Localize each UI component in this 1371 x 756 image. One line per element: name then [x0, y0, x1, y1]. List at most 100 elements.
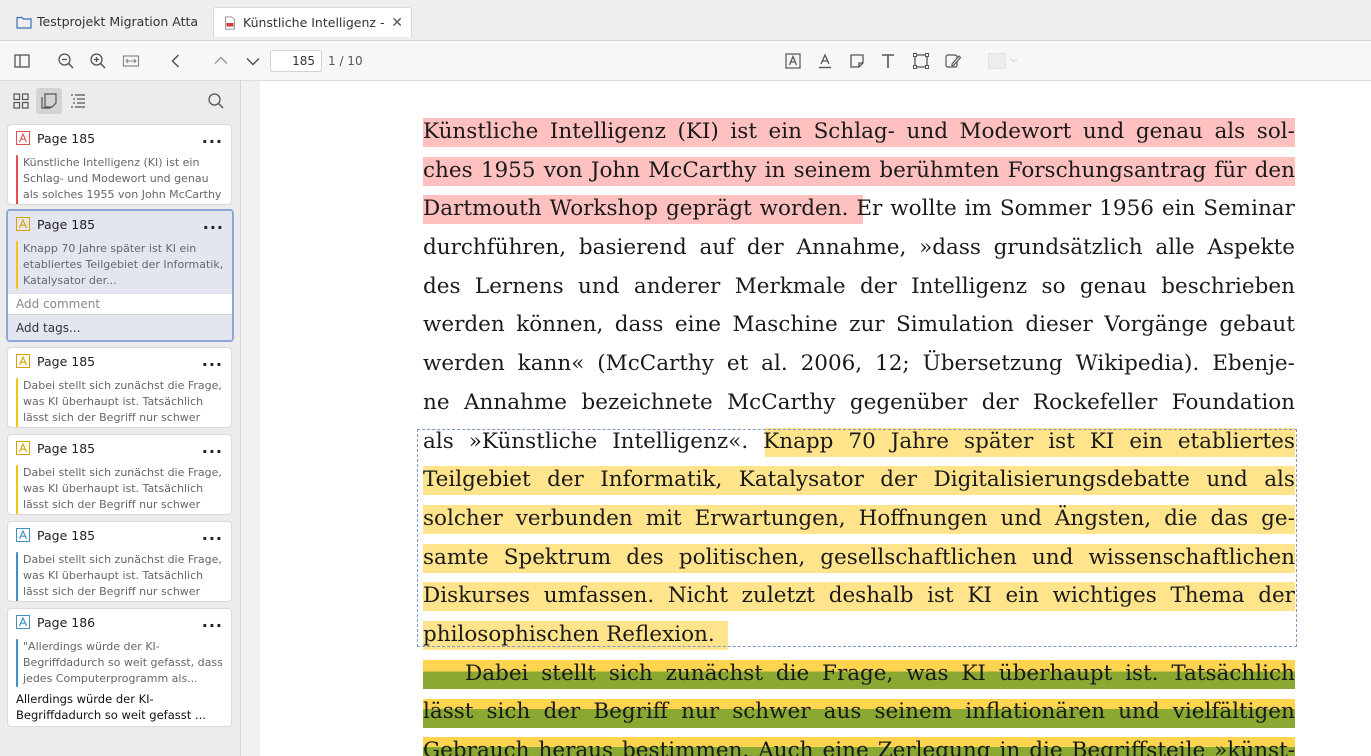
annotation-page: Page 185	[37, 527, 96, 543]
word: Jahre	[890, 428, 950, 454]
chevron-down-icon	[246, 57, 260, 66]
word: lässt	[423, 699, 474, 725]
highlight-icon	[16, 131, 30, 145]
word: al.	[761, 351, 788, 377]
word: Maschine	[732, 312, 838, 338]
annotation-card[interactable]: Page 186 ... "Allerdings würde der KI-Be…	[7, 608, 232, 727]
annotation-header: Page 186 ...	[8, 609, 231, 635]
text-line-content: durchführen, basierend auf der Annahme, »dass…	[423, 229, 1295, 268]
annotation-card[interactable]: Page 185 ... Künstliche Intelligenz (KI)…	[7, 124, 232, 205]
next-page-button[interactable]	[241, 49, 265, 73]
more-options-icon[interactable]: ...	[202, 440, 223, 456]
word: etabliertes	[1177, 428, 1295, 454]
page-number-input[interactable]	[270, 50, 322, 72]
word: und	[1082, 119, 1125, 144]
word: Annahme	[464, 389, 568, 415]
chevron-up-icon	[214, 56, 228, 65]
annotation-header: Page 185 ...	[8, 522, 231, 548]
word: Workshop	[549, 196, 659, 222]
word: als	[423, 428, 454, 454]
word: Ängsten,	[1054, 505, 1152, 531]
comment-input[interactable]: Add comment	[8, 293, 232, 315]
word: Hoffnungen	[858, 505, 988, 531]
more-options-icon[interactable]: ...	[202, 614, 223, 630]
word: die	[1029, 738, 1063, 756]
word: in	[764, 157, 786, 183]
zoom-in-button[interactable]	[86, 49, 110, 73]
more-options-icon[interactable]: ...	[203, 216, 224, 232]
word: Vorgänge	[1104, 312, 1208, 338]
text-line-content: solcher verbunden mit Erwartungen, Hoffnunge…	[423, 500, 1295, 539]
word: deshalb	[828, 583, 914, 609]
annotation-card[interactable]: Page 185 ... Dabei stellt sich zunächst …	[7, 434, 232, 515]
word: Auch	[758, 738, 814, 756]
word: genau	[1079, 273, 1147, 299]
word: so	[1041, 273, 1066, 299]
word: des	[423, 273, 461, 299]
text-line-content: als »Künstliche Intelligenz«. Knapp 70 Jahre s…	[423, 423, 1295, 462]
word: ches	[423, 157, 473, 183]
word: der	[1258, 583, 1295, 609]
annotation-header: Page 185 ...	[8, 211, 232, 237]
ink-tool-button[interactable]	[941, 49, 965, 73]
annotation-card[interactable]: Page 185 ... Dabei stellt sich zunächst …	[7, 521, 232, 602]
annotation-excerpt: "Allerdings würde der KI-Begriffdadurch …	[23, 640, 223, 685]
search-annotations-button[interactable]	[203, 88, 229, 114]
text-line: Diskurses umfassen. Nicht zuletzt deshalb ist…	[423, 577, 1295, 616]
word: Erwartungen,	[694, 505, 846, 531]
word: Knapp	[763, 428, 834, 454]
word: gesellschaftlichen	[820, 544, 1017, 570]
close-icon[interactable]: ✕	[391, 15, 403, 31]
word: John	[590, 157, 641, 183]
more-options-icon[interactable]: ...	[202, 353, 223, 369]
word: Seminar	[1203, 196, 1295, 222]
area-tool-button[interactable]	[909, 49, 933, 73]
annotation-text: Dabei stellt sich zunächst die Frage, wa…	[8, 374, 231, 427]
word: die	[1164, 505, 1198, 531]
word: Thema	[1170, 583, 1245, 609]
add-tags-field[interactable]: Add tags...	[8, 315, 232, 340]
text-line-content: samte Spektrum des politischen, gesellschaft…	[423, 539, 1295, 578]
word: ein	[1129, 428, 1163, 454]
annotation-card-selected[interactable]: Page 185 ... Knapp 70 Jahre später ist K…	[6, 209, 234, 342]
word: inflationären	[965, 699, 1106, 725]
word: »künst-	[1214, 738, 1295, 756]
annotation-header: Page 185 ...	[8, 125, 231, 151]
highlight-tool-button[interactable]	[781, 49, 805, 73]
highlight-icon	[16, 528, 30, 542]
word: (McCarthy	[597, 351, 714, 377]
annotation-excerpt: Dabei stellt sich zunächst die Frage, wa…	[23, 379, 222, 424]
more-options-icon[interactable]: ...	[202, 527, 223, 543]
tab-document[interactable]: Künstliche Intelligenz - Sei ✕	[213, 7, 412, 37]
word: später	[964, 428, 1034, 454]
word: 1955	[480, 157, 536, 183]
note-tool-button[interactable]	[845, 49, 869, 73]
thumbnails-view-button[interactable]	[8, 88, 34, 114]
previous-page-button[interactable]	[209, 49, 233, 73]
tab-project[interactable]: Testprojekt Migration Attach	[8, 7, 206, 36]
more-options-icon[interactable]: ...	[202, 130, 223, 146]
color-picker-button[interactable]	[988, 53, 1006, 69]
annotations-view-button[interactable]	[36, 88, 62, 114]
fit-width-button[interactable]	[119, 49, 143, 73]
annotation-card[interactable]: Page 185 ... Dabei stellt sich zunächst …	[7, 347, 232, 428]
underline-tool-button[interactable]	[813, 49, 837, 73]
pdf-viewer[interactable]: Künstliche Intelligenz (KI) ist ein Schlag-un…	[260, 81, 1371, 756]
back-button[interactable]	[164, 49, 188, 73]
outline-view-button[interactable]	[65, 88, 91, 114]
highlight-icon	[16, 217, 30, 231]
pdf-icon	[225, 15, 235, 30]
document-text[interactable]: Künstliche Intelligenz (KI) ist ein Schlag-un…	[423, 113, 1295, 756]
chevron-down-icon[interactable]: ⌵	[1010, 54, 1018, 65]
annotation-text: Knapp 70 Jahre später ist KI ein etablie…	[8, 237, 232, 293]
toggle-sidebar-button[interactable]	[10, 49, 34, 73]
word: bestimmen.	[622, 738, 750, 756]
word: McCarthy	[727, 389, 836, 415]
text-tool-button[interactable]	[876, 49, 900, 73]
word: durchführen,	[423, 235, 567, 261]
annotation-text: Dabei stellt sich zunächst die Frage, wa…	[8, 461, 231, 514]
word: KI	[1089, 428, 1115, 454]
text-line-content: Diskurses umfassen. Nicht zuletzt deshalb ist…	[423, 577, 1295, 616]
zoom-out-button[interactable]	[54, 49, 78, 73]
word: Simulation	[896, 312, 1014, 338]
